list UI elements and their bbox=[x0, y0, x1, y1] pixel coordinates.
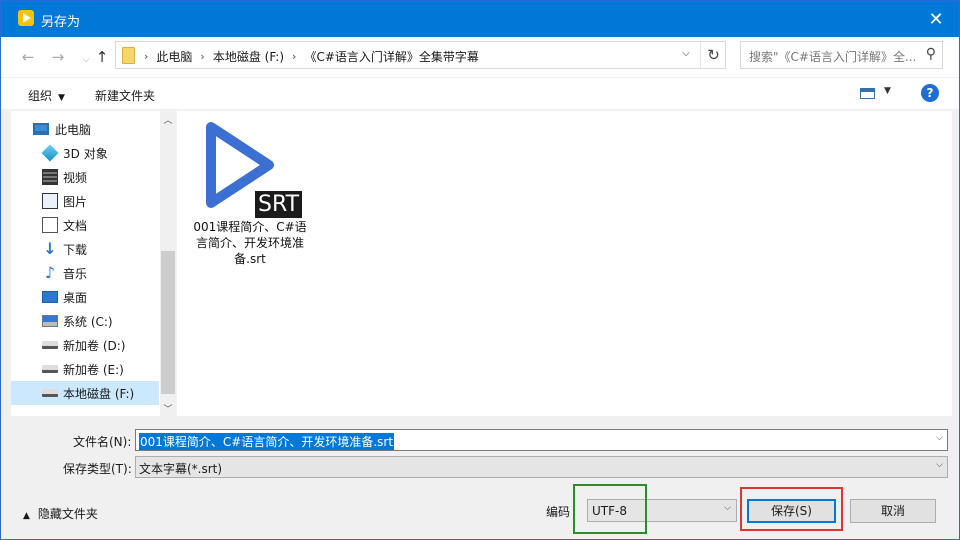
hide-folders-toggle[interactable]: ▲ 隐藏文件夹 bbox=[23, 505, 98, 522]
sidebar-item-3d-objects[interactable]: 3D 对象 bbox=[11, 141, 159, 165]
organize-menu[interactable]: 组织 ▼ bbox=[28, 87, 65, 104]
sidebar-item-label: 图片 bbox=[63, 194, 88, 209]
caret-down-icon: ▼ bbox=[884, 86, 891, 96]
drive-icon bbox=[42, 365, 58, 373]
breadcrumb-local-disk-f[interactable]: 本地磁盘 (F:) bbox=[213, 48, 284, 65]
view-options-button[interactable]: ▼ bbox=[860, 86, 896, 102]
forward-button[interactable]: → bbox=[47, 46, 69, 68]
navigation-pane: 此电脑 3D 对象 视频 图片 文档 ↓ 下载 ♪ 音乐 桌面 系统 (C:) … bbox=[11, 111, 176, 416]
music-icon: ♪ bbox=[44, 263, 56, 282]
sidebar-item-music[interactable]: ♪ 音乐 bbox=[11, 261, 159, 285]
app-icon bbox=[18, 10, 34, 26]
sidebar-scrollbar[interactable]: ︿ ﹀ bbox=[160, 111, 176, 416]
filename-input[interactable]: 001课程简介、C#语言简介、开发环境准备.srt bbox=[139, 433, 395, 450]
desktop-icon bbox=[42, 291, 58, 303]
drive-icon bbox=[42, 389, 58, 397]
sidebar-item-label: 文档 bbox=[63, 218, 88, 233]
hide-folders-label: 隐藏文件夹 bbox=[37, 507, 98, 521]
downloads-icon: ↓ bbox=[43, 239, 57, 258]
breadcrumb-separator[interactable]: › bbox=[144, 50, 148, 63]
caret-up-icon: ▲ bbox=[23, 511, 30, 521]
sidebar-item-videos[interactable]: 视频 bbox=[11, 165, 159, 189]
sidebar-item-label: 新加卷 (E:) bbox=[63, 362, 124, 377]
pc-icon bbox=[33, 123, 49, 135]
scroll-thumb[interactable] bbox=[161, 251, 175, 394]
folder-icon bbox=[122, 47, 135, 64]
sidebar-item-documents[interactable]: 文档 bbox=[11, 213, 159, 237]
back-button[interactable]: ← bbox=[17, 46, 39, 68]
breadcrumb-this-pc[interactable]: 此电脑 bbox=[156, 48, 192, 65]
save-as-dialog: 另存为 ✕ ← → ⌵ ↑ › 此电脑 › 本地磁盘 (F:) › 《C#语言入… bbox=[0, 0, 960, 540]
organize-label: 组织 bbox=[28, 89, 53, 103]
sidebar-item-label: 3D 对象 bbox=[63, 146, 108, 161]
sidebar-item-label: 桌面 bbox=[63, 290, 88, 305]
srt-badge: SRT bbox=[255, 191, 303, 218]
search-input[interactable]: 搜索"《C#语言入门详解》全... bbox=[749, 48, 917, 65]
search-icon[interactable]: ⚲ bbox=[926, 46, 936, 62]
up-button[interactable]: ↑ bbox=[91, 46, 113, 68]
caret-down-icon: ▼ bbox=[58, 93, 65, 103]
sidebar-item-downloads[interactable]: ↓ 下载 bbox=[11, 237, 159, 261]
view-icon bbox=[860, 88, 875, 99]
navigation-bar: ← → ⌵ ↑ › 此电脑 › 本地磁盘 (F:) › 《C#语言入门详解》全集… bbox=[1, 37, 959, 77]
video-icon bbox=[42, 169, 58, 185]
breadcrumb-separator[interactable]: › bbox=[292, 50, 296, 63]
cancel-button[interactable]: 取消 bbox=[850, 499, 936, 523]
sidebar-item-drive-c[interactable]: 系统 (C:) bbox=[11, 309, 159, 333]
sidebar-item-desktop[interactable]: 桌面 bbox=[11, 285, 159, 309]
sidebar-item-label: 本地磁盘 (F:) bbox=[63, 386, 135, 401]
filetype-label: 保存类型(T): bbox=[63, 462, 132, 476]
encoding-highlight-box bbox=[573, 484, 647, 534]
help-button[interactable]: ? bbox=[921, 84, 939, 102]
drive-icon bbox=[42, 341, 58, 349]
filename-label: 文件名(N): bbox=[73, 435, 132, 449]
sidebar-item-pictures[interactable]: 图片 bbox=[11, 189, 159, 213]
command-bar: 组织 ▼ 新建文件夹 ▼ ? bbox=[1, 77, 959, 109]
scroll-up-icon[interactable]: ︿ bbox=[160, 113, 176, 126]
filename-field[interactable]: 001课程简介、C#语言简介、开发环境准备.srt ⌵ bbox=[135, 429, 948, 451]
search-box[interactable]: 搜索"《C#语言入门详解》全... ⚲ bbox=[740, 41, 943, 69]
refresh-button[interactable]: ↻ bbox=[700, 42, 726, 68]
address-bar[interactable]: › 此电脑 › 本地磁盘 (F:) › 《C#语言入门详解》全集带字幕 ⌵ ↻ bbox=[115, 41, 726, 69]
sidebar-item-this-pc[interactable]: 此电脑 bbox=[11, 117, 159, 141]
sidebar-item-label: 系统 (C:) bbox=[63, 314, 113, 329]
pictures-icon bbox=[42, 193, 58, 209]
file-name: 001课程简介、C#语言简介、开发环境准备.srt bbox=[193, 220, 307, 266]
new-folder-button[interactable]: 新建文件夹 bbox=[95, 87, 155, 104]
filetype-select[interactable]: 文本字幕(*.srt) ⌵ bbox=[135, 456, 948, 478]
address-dropdown-icon[interactable]: ⌵ bbox=[676, 48, 696, 59]
documents-icon bbox=[42, 217, 58, 233]
title-bar: 另存为 ✕ bbox=[1, 1, 959, 37]
chevron-down-icon[interactable]: ⌵ bbox=[724, 503, 731, 513]
sidebar-item-drive-e[interactable]: 新加卷 (E:) bbox=[11, 357, 159, 381]
chevron-down-icon[interactable]: ⌵ bbox=[936, 433, 943, 443]
scroll-down-icon[interactable]: ﹀ bbox=[160, 402, 176, 415]
sidebar-item-label: 视频 bbox=[63, 170, 88, 185]
sidebar-item-label: 下载 bbox=[63, 242, 88, 257]
sidebar-item-label: 新加卷 (D:) bbox=[63, 338, 126, 353]
sidebar-item-label: 音乐 bbox=[63, 266, 88, 281]
close-button[interactable]: ✕ bbox=[913, 1, 959, 37]
3d-objects-icon bbox=[41, 144, 59, 162]
sidebar-item-drive-d[interactable]: 新加卷 (D:) bbox=[11, 333, 159, 357]
system-drive-icon bbox=[42, 315, 58, 327]
sidebar-item-label: 此电脑 bbox=[55, 122, 92, 137]
encoding-label: 编码 bbox=[546, 505, 571, 519]
chevron-down-icon[interactable]: ⌵ bbox=[936, 460, 943, 470]
window-title: 另存为 bbox=[41, 15, 81, 30]
save-highlight-box bbox=[740, 487, 843, 531]
breadcrumb: › 此电脑 › 本地磁盘 (F:) › 《C#语言入门详解》全集带字幕 bbox=[144, 48, 479, 65]
breadcrumb-current-folder[interactable]: 《C#语言入门详解》全集带字幕 bbox=[304, 48, 478, 65]
filetype-value: 文本字幕(*.srt) bbox=[139, 462, 223, 476]
file-list: SRT 001课程简介、C#语言简介、开发环境准备.srt bbox=[177, 111, 952, 416]
breadcrumb-separator[interactable]: › bbox=[200, 50, 204, 63]
sidebar-item-drive-f[interactable]: 本地磁盘 (F:) bbox=[11, 381, 159, 405]
